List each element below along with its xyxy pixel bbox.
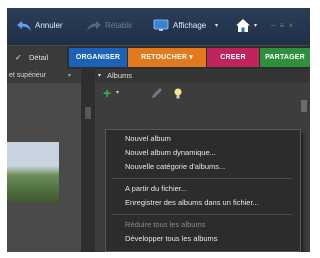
location-dropdown[interactable]: et supérieur ▾ (7, 69, 81, 83)
menu-item-new-smart-album[interactable]: Nouvel album dynamique... (125, 148, 216, 157)
window-controls[interactable]: – ≡ × (271, 21, 294, 30)
edit-album-icon[interactable] (150, 87, 164, 100)
menu-item-collapse-all: Réduire tous les albums (125, 220, 206, 229)
detail-toggle[interactable]: ✓ Détail (7, 46, 67, 69)
add-caret-icon[interactable]: ▾ (116, 89, 119, 96)
lightbulb-icon[interactable] (173, 87, 183, 100)
menu-item-new-album-category[interactable]: Nouvelle catégorie d'albums... (125, 162, 225, 171)
undo-icon[interactable] (16, 20, 32, 32)
tab-organiser[interactable]: ORGANISER (69, 48, 127, 67)
albums-title: Albums (107, 71, 133, 80)
display-caret-icon[interactable]: ▾ (215, 22, 218, 29)
detail-label: Détail (29, 53, 49, 62)
top-toolbar: Annuler Rétablir Affichage ▾ ▾ – ≡ × (7, 8, 310, 45)
tab-retoucher[interactable]: RETOUCHER ▾ (128, 48, 206, 67)
menu-item-new-album[interactable]: Nouvel album (125, 134, 171, 143)
albums-toolbar: + ▾ (95, 83, 310, 112)
menu-divider (112, 178, 292, 179)
redo-button[interactable]: Rétablir (105, 21, 133, 30)
add-album-menu: Nouvel album Nouvel album dynamique... N… (105, 129, 301, 252)
scrollbar-thumb[interactable] (301, 100, 307, 112)
tab-bar: ✓ Détail ORGANISER RETOUCHER ▾ CREER PAR… (7, 45, 310, 69)
location-label: et supérieur (9, 72, 46, 79)
monitor-icon[interactable] (153, 19, 169, 32)
check-icon: ✓ (15, 53, 22, 62)
photo-thumbnail[interactable] (7, 142, 59, 202)
redo-icon[interactable] (86, 20, 102, 32)
albums-header[interactable]: ▾ Albums (95, 69, 310, 83)
collapse-triangle-icon[interactable]: ▾ (98, 69, 101, 83)
add-album-icon[interactable]: + (103, 86, 111, 100)
menu-divider (112, 214, 292, 215)
app-window: Annuler Rétablir Affichage ▾ ▾ – ≡ × ✓ D… (7, 8, 310, 252)
display-menu-button[interactable]: Affichage (173, 21, 206, 30)
menu-item-from-file[interactable]: A partir du fichier... (125, 184, 187, 193)
scrollbar-thumb[interactable] (85, 107, 91, 119)
panel-splitter[interactable] (81, 69, 95, 252)
home-icon[interactable] (235, 18, 251, 33)
undo-button[interactable]: Annuler (35, 21, 63, 30)
home-caret-icon[interactable]: ▾ (254, 22, 257, 29)
tab-partager[interactable]: PARTAGER (260, 48, 310, 67)
menu-item-expand-all[interactable]: Développer tous les albums (125, 234, 218, 243)
menu-item-save-albums-to-file[interactable]: Enregistrer des albums dans un fichier..… (125, 198, 259, 207)
tab-creer[interactable]: CREER (207, 48, 259, 67)
left-panel: et supérieur ▾ (7, 69, 81, 252)
chevron-down-icon: ▾ (68, 73, 72, 79)
